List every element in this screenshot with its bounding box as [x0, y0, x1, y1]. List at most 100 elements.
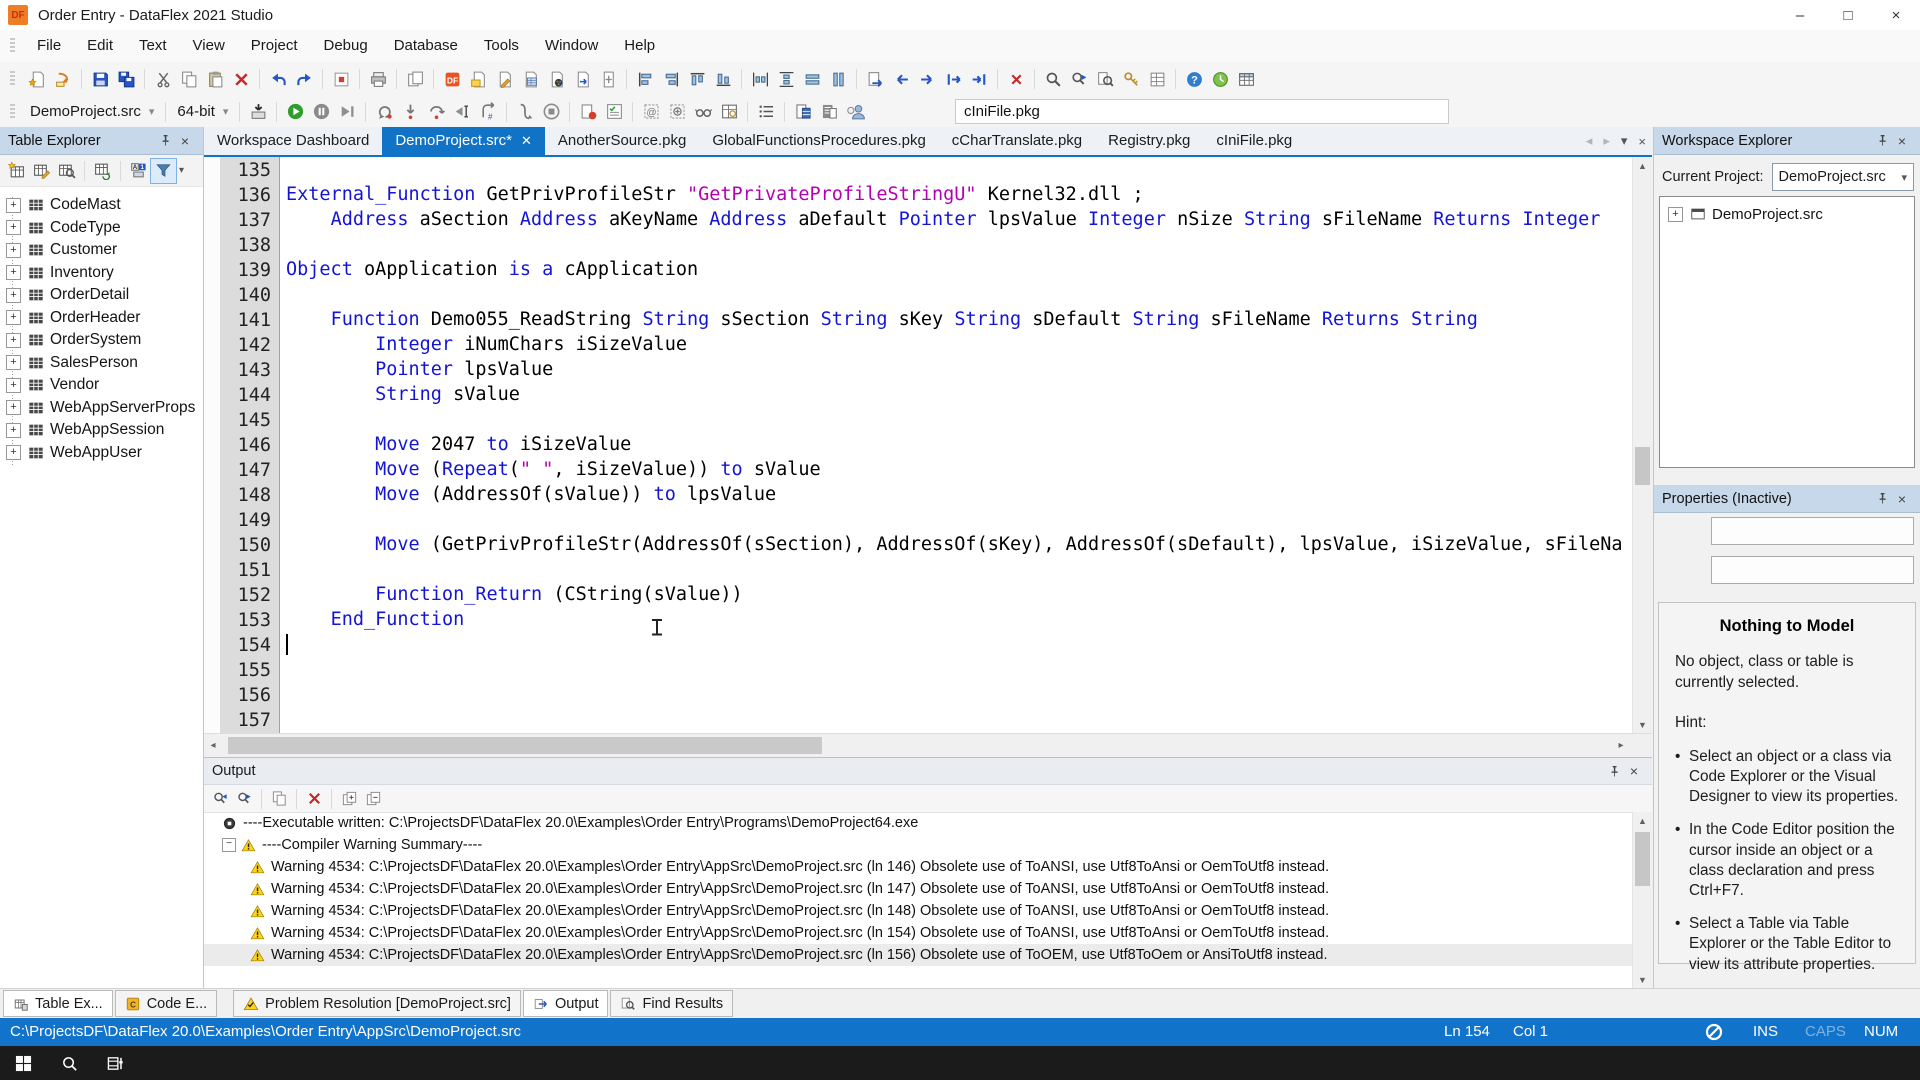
undo-icon[interactable]	[265, 67, 291, 91]
pin-icon[interactable]	[1604, 762, 1624, 780]
find-next-icon[interactable]	[1066, 67, 1092, 91]
scroll-down-icon[interactable]: ▼	[1633, 971, 1652, 988]
menu-database[interactable]: Database	[381, 30, 471, 62]
output-row-warning[interactable]: Warning 4534: C:\ProjectsDF\DataFlex 20.…	[204, 878, 1632, 900]
editor-tab-globalfunctionsprocedures-pkg[interactable]: GlobalFunctionsProcedures.pkg	[699, 127, 938, 155]
expand-icon[interactable]: +	[6, 378, 21, 393]
output-row-warning[interactable]: −----Compiler Warning Summary----	[204, 834, 1632, 856]
help-icon[interactable]: ?	[1181, 67, 1207, 91]
output-vertical-scrollbar[interactable]: ▲ ▼	[1632, 812, 1652, 988]
bottom-tab-table-ex-[interactable]: Table Ex...	[3, 990, 113, 1017]
print-icon[interactable]	[365, 67, 391, 91]
copy-output-icon[interactable]	[267, 787, 291, 811]
menu-file[interactable]: File	[24, 30, 74, 62]
expand-icon[interactable]: +	[6, 265, 21, 280]
collapse-icon[interactable]: −	[222, 838, 236, 852]
export-icon[interactable]	[569, 67, 595, 91]
search-icon[interactable]	[46, 1046, 92, 1080]
code-editor[interactable]: 1351361371381391401411421431441451461471…	[204, 155, 1652, 733]
prev-bookmark-icon[interactable]	[888, 67, 914, 91]
style-icon[interactable]	[543, 67, 569, 91]
minimize-button[interactable]: –	[1776, 0, 1824, 30]
menu-grip[interactable]	[10, 38, 15, 54]
table-item-ordersystem[interactable]: +OrderSystem	[0, 329, 203, 352]
step-into-icon[interactable]	[397, 100, 423, 124]
copy-icon[interactable]	[176, 67, 202, 91]
set-next-statement-icon[interactable]: #	[475, 100, 501, 124]
expand-icon[interactable]: +	[6, 400, 21, 415]
platform-combo[interactable]: 64-bit▾	[171, 100, 234, 124]
scroll-up-icon[interactable]: ▲	[1633, 812, 1652, 829]
current-project-combo[interactable]: DemoProject.src ▾	[1772, 163, 1914, 191]
configure-keys-icon[interactable]	[1118, 67, 1144, 91]
expand-icon[interactable]: +	[1668, 207, 1683, 222]
save-all-icon[interactable]	[113, 67, 139, 91]
tab-list-icon[interactable]: ▾	[1621, 133, 1628, 149]
same-width-icon[interactable]	[799, 67, 825, 91]
table-item-inventory[interactable]: +Inventory	[0, 262, 203, 285]
step-over-icon[interactable]	[423, 100, 449, 124]
expand-icon[interactable]: +	[6, 243, 21, 258]
expand-icon[interactable]: +	[6, 220, 21, 235]
menu-debug[interactable]: Debug	[310, 30, 380, 62]
check-updates-icon[interactable]	[1207, 67, 1233, 91]
editor-hscroll-thumb[interactable]	[228, 737, 822, 754]
tab-close-icon[interactable]: ×	[1638, 134, 1646, 149]
breakpoint-list-icon[interactable]	[601, 100, 627, 124]
menu-help[interactable]: Help	[611, 30, 668, 62]
goto-definition-icon[interactable]	[862, 67, 888, 91]
editor-vertical-scrollbar[interactable]: ▲ ▼	[1632, 157, 1652, 733]
studio-source-icon[interactable]: DF	[439, 67, 465, 91]
close-panel-icon[interactable]: ×	[1892, 490, 1912, 508]
align-left-icon[interactable]	[632, 67, 658, 91]
filter-tables-icon[interactable]	[151, 159, 176, 183]
scroll-left-icon[interactable]: ◂	[204, 734, 222, 757]
align-right-icon[interactable]	[658, 67, 684, 91]
run-without-debug-icon[interactable]	[334, 100, 360, 124]
table-item-customer[interactable]: +Customer	[0, 239, 203, 262]
space-across-icon[interactable]	[747, 67, 773, 91]
close-button[interactable]: ×	[1872, 0, 1920, 30]
task-view-icon[interactable]	[92, 1046, 138, 1080]
table-item-codemast[interactable]: +CodeMast	[0, 194, 203, 217]
menu-text[interactable]: Text	[126, 30, 180, 62]
align-bottom-icon[interactable]	[710, 67, 736, 91]
code-listing-icon[interactable]	[517, 67, 543, 91]
expand-icon[interactable]: +	[6, 198, 21, 213]
output-vscroll-thumb[interactable]	[1635, 832, 1650, 886]
property-object-field[interactable]	[1711, 517, 1914, 545]
compile-icon[interactable]	[245, 100, 271, 124]
project-combo[interactable]: DemoProject.src▾	[24, 100, 160, 124]
output-row-warning[interactable]: Warning 4534: C:\ProjectsDF\DataFlex 20.…	[204, 900, 1632, 922]
output-row-warning[interactable]: Warning 4534: C:\ProjectsDF\DataFlex 20.…	[204, 856, 1632, 878]
toolbar-grip-2[interactable]	[10, 104, 15, 120]
expand-all-icon[interactable]	[337, 787, 361, 811]
entities-icon[interactable]	[1144, 67, 1170, 91]
watch-table-icon[interactable]	[716, 100, 742, 124]
workspace-item-demoproject.src[interactable]: +DemoProject.src	[1660, 203, 1914, 226]
close-panel-icon[interactable]: ×	[1624, 762, 1644, 780]
editor-tab-demoproject-src-[interactable]: DemoProject.src*✕	[382, 127, 545, 155]
editor-horizontal-scrollbar[interactable]: ◂ ▸	[204, 733, 1652, 757]
find-icon[interactable]	[1040, 67, 1066, 91]
new-source-icon[interactable]	[24, 67, 50, 91]
pause-icon[interactable]	[308, 100, 334, 124]
user-tables-icon[interactable]	[842, 100, 868, 124]
expand-icon[interactable]: +	[6, 355, 21, 370]
check-syntax-icon[interactable]	[491, 67, 517, 91]
table-item-vendor[interactable]: +Vendor	[0, 374, 203, 397]
database-builder-icon[interactable]	[790, 100, 816, 124]
table-item-orderdetail[interactable]: +OrderDetail	[0, 284, 203, 307]
watch-object-icon[interactable]: @	[638, 100, 664, 124]
scroll-up-icon[interactable]: ▲	[1633, 157, 1652, 174]
menu-window[interactable]: Window	[532, 30, 611, 62]
property-class-field[interactable]	[1711, 556, 1914, 584]
windows-start-icon[interactable]	[0, 1046, 46, 1080]
menu-project[interactable]: Project	[238, 30, 311, 62]
redo-icon[interactable]	[291, 67, 317, 91]
attach-icon[interactable]	[595, 67, 621, 91]
editor-tab-workspace-dashboard[interactable]: Workspace Dashboard	[204, 127, 382, 155]
close-panel-icon[interactable]: ×	[175, 132, 195, 150]
new-table-icon[interactable]	[4, 159, 29, 183]
close-panel-icon[interactable]: ×	[1892, 132, 1912, 150]
